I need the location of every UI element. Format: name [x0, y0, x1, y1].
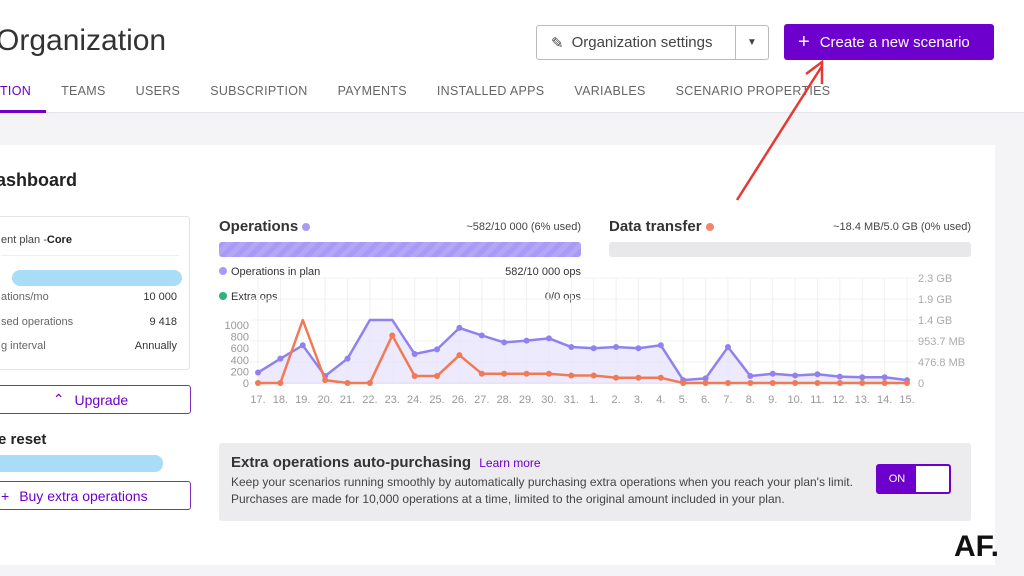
annotation-arrow	[735, 59, 824, 201]
watermark-logo: AF.	[954, 530, 999, 563]
